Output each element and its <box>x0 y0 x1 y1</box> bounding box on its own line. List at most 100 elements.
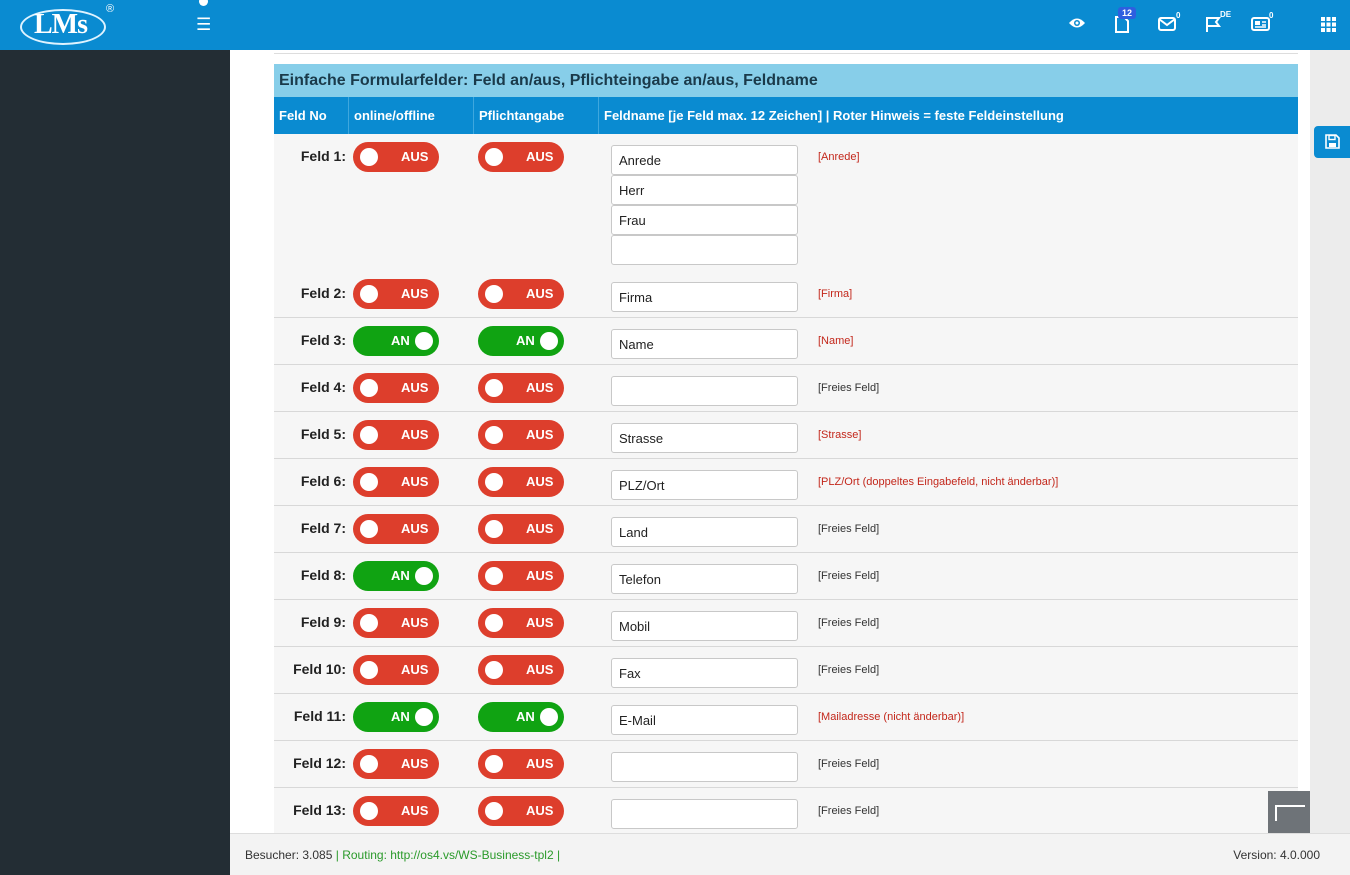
field-label: Feld 1: <box>300 148 346 164</box>
field-label: Feld 7: <box>300 520 346 536</box>
field-label: Feld 4: <box>300 379 346 395</box>
toggle-state-label: AUS <box>401 756 429 771</box>
online-toggle[interactable]: AUS <box>353 467 439 497</box>
toggle-knob <box>360 661 378 679</box>
field-name-input[interactable] <box>611 470 798 500</box>
required-toggle[interactable]: AUS <box>478 561 564 591</box>
floppy-disk-icon <box>1325 134 1340 149</box>
required-toggle[interactable]: AN <box>478 702 564 732</box>
field-hint: [Freies Feld] <box>818 523 880 535</box>
save-button[interactable] <box>1314 126 1350 158</box>
online-toggle[interactable]: AN <box>353 326 439 356</box>
field-name-input[interactable] <box>611 282 798 312</box>
field-hint: [Firma] <box>818 288 853 300</box>
toggle-state-label: AUS <box>401 149 429 164</box>
app-logo[interactable]: LMs <box>20 5 108 45</box>
hamburger-icon[interactable]: ☰ <box>196 16 211 33</box>
field-name-input[interactable] <box>611 423 798 453</box>
field-name-input[interactable] <box>611 611 798 641</box>
toggle-knob <box>485 614 503 632</box>
field-row: Feld 11: AN AN [Mailadresse (nicht änderbar… <box>274 694 1298 741</box>
online-toggle[interactable]: AUS <box>353 420 439 450</box>
toggle-state-label: AUS <box>401 286 429 301</box>
field-option-input[interactable] <box>611 205 798 235</box>
toggle-state-label: AUS <box>526 474 554 489</box>
field-label: Feld 8: <box>300 567 346 583</box>
online-toggle[interactable]: AN <box>353 702 439 732</box>
toggle-state-label: AN <box>516 333 535 348</box>
required-toggle[interactable]: AUS <box>478 608 564 638</box>
online-toggle[interactable]: AUS <box>353 142 439 172</box>
required-toggle[interactable]: AUS <box>478 142 564 172</box>
online-toggle[interactable]: AUS <box>353 279 439 309</box>
field-label: Feld 5: <box>300 426 346 442</box>
field-name-input[interactable] <box>611 564 798 594</box>
required-toggle[interactable]: AUS <box>478 279 564 309</box>
required-toggle[interactable]: AUS <box>478 420 564 450</box>
toggle-state-label: AUS <box>526 286 554 301</box>
language-badge: DE <box>1220 10 1232 19</box>
field-row: Feld 13: AUS AUS [Freies Feld] <box>274 788 1298 833</box>
flag-icon[interactable] <box>1205 16 1221 33</box>
toggle-knob <box>360 285 378 303</box>
mail-icon[interactable] <box>1158 17 1176 31</box>
toggle-knob <box>485 148 503 166</box>
field-row: Feld 6: AUS AUS [PLZ/Ort (doppeltes Eingabe… <box>274 459 1298 506</box>
field-hint: [Anrede] <box>818 151 860 163</box>
toggle-state-label: AUS <box>526 521 554 536</box>
field-hint: [Mailadresse (nicht änderbar)] <box>818 711 965 723</box>
online-toggle[interactable]: AUS <box>353 514 439 544</box>
main-content: Einfache Formularfelder: Feld an/aus, Pf… <box>230 50 1310 833</box>
visitor-count: Besucher: 3.085 <box>245 848 333 862</box>
toggle-knob <box>485 520 503 538</box>
field-hint: [Freies Feld] <box>818 758 880 770</box>
field-option-input[interactable] <box>611 175 798 205</box>
required-toggle[interactable]: AUS <box>478 467 564 497</box>
newspaper-icon[interactable] <box>1251 17 1270 31</box>
toggle-knob <box>360 614 378 632</box>
toggle-state-label: AN <box>391 333 410 348</box>
field-hint: [Freies Feld] <box>818 570 880 582</box>
field-option-input[interactable] <box>611 235 798 265</box>
toggle-knob <box>485 802 503 820</box>
required-toggle[interactable]: AUS <box>478 514 564 544</box>
field-name-input[interactable] <box>611 658 798 688</box>
toggle-knob <box>415 708 433 726</box>
toggle-knob <box>415 567 433 585</box>
required-toggle[interactable]: AN <box>478 326 564 356</box>
required-toggle[interactable]: AUS <box>478 796 564 826</box>
required-toggle[interactable]: AUS <box>478 655 564 685</box>
online-toggle[interactable]: AUS <box>353 608 439 638</box>
document-badge: 12 <box>1118 7 1137 19</box>
field-name-input[interactable] <box>611 517 798 547</box>
online-toggle[interactable]: AUS <box>353 373 439 403</box>
toggle-knob <box>485 379 503 397</box>
toggle-knob <box>360 755 378 773</box>
field-hint: [Freies Feld] <box>818 664 880 676</box>
field-name-input[interactable] <box>611 376 798 406</box>
top-bar: LMs ® ☰ 12 0 DE 0 <box>0 0 1350 50</box>
field-name-input[interactable] <box>611 799 798 829</box>
field-name-input[interactable] <box>611 145 798 175</box>
required-toggle[interactable]: AUS <box>478 749 564 779</box>
toggle-state-label: AUS <box>526 149 554 164</box>
online-toggle[interactable]: AN <box>353 561 439 591</box>
apps-grid-icon[interactable] <box>1321 17 1336 32</box>
field-row: Feld 8: AN AUS [Freies Feld] <box>274 553 1298 600</box>
field-name-input[interactable] <box>611 705 798 735</box>
required-toggle[interactable]: AUS <box>478 373 564 403</box>
field-name-input[interactable] <box>611 329 798 359</box>
online-toggle[interactable]: AUS <box>353 749 439 779</box>
online-toggle[interactable]: AUS <box>353 655 439 685</box>
eye-icon[interactable] <box>1068 16 1086 30</box>
field-name-input[interactable] <box>611 752 798 782</box>
toggle-knob <box>360 802 378 820</box>
routing-link[interactable]: Routing: http://os4.vs/WS-Business-tpl2 <box>342 848 553 862</box>
toggle-knob <box>415 332 433 350</box>
divider <box>274 53 1298 54</box>
field-hint: [Freies Feld] <box>818 805 880 817</box>
scroll-to-top-button[interactable] <box>1268 791 1310 833</box>
toggle-knob <box>485 285 503 303</box>
online-toggle[interactable]: AUS <box>353 796 439 826</box>
toggle-state-label: AUS <box>526 756 554 771</box>
